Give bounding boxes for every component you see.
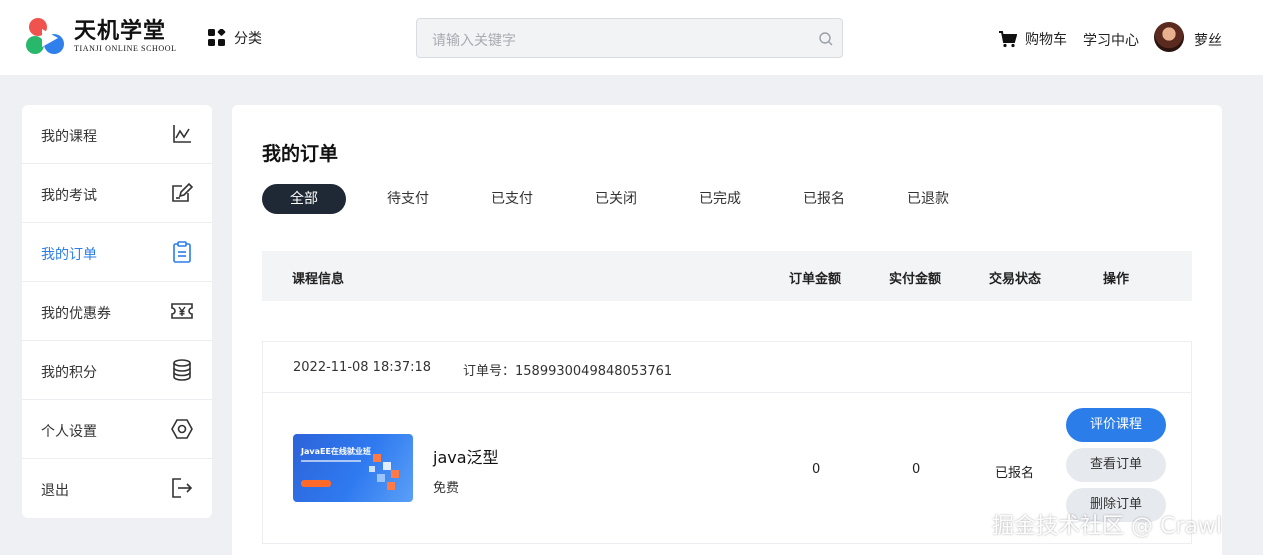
- sidebar-item-label: 个人设置: [41, 424, 97, 440]
- cart-icon: [999, 31, 1017, 48]
- tab-enrolled[interactable]: 已报名: [803, 184, 845, 214]
- avatar[interactable]: [1154, 22, 1184, 52]
- sidebar-item-settings[interactable]: 个人设置: [22, 400, 212, 459]
- grid-icon: [208, 29, 226, 46]
- username[interactable]: 萝丝: [1194, 30, 1222, 50]
- order-status: 已报名: [995, 466, 1035, 481]
- tab-all[interactable]: 全部: [262, 184, 346, 214]
- tab-refunded[interactable]: 已退款: [907, 184, 949, 214]
- sidebar-item-label: 我的课程: [41, 129, 97, 145]
- watermark: 掘金技术社区 @ Crawl: [992, 514, 1222, 539]
- review-course-button[interactable]: 评价课程: [1066, 408, 1166, 442]
- logo-subtitle: TIANJI ONLINE SCHOOL: [74, 44, 177, 53]
- chart-icon: [173, 125, 191, 143]
- sidebar-item-label: 我的考试: [41, 188, 97, 204]
- logout-icon: [172, 478, 193, 498]
- top-header: 天机学堂 TIANJI ONLINE SCHOOL 分类 请输入关键字 购物车 …: [0, 0, 1263, 75]
- view-order-button[interactable]: 查看订单: [1066, 448, 1166, 482]
- sidebar-item-courses[interactable]: 我的课程: [22, 105, 212, 164]
- sidebar-item-points[interactable]: 我的积分: [22, 341, 212, 400]
- paid-amount: 0: [912, 462, 921, 477]
- sidebar-item-label: 退出: [41, 483, 69, 499]
- orders-panel: 我的订单 全部 待支付 已支付 已关闭 已完成 已报名 已退款 课程信息 订单金…: [232, 105, 1222, 555]
- search-icon[interactable]: [818, 31, 834, 47]
- column-status: 交易状态: [989, 272, 1042, 287]
- tab-closed[interactable]: 已关闭: [595, 184, 637, 214]
- thumbnail-title: JavaEE在线就业班: [301, 447, 371, 456]
- order-number: 订单号：1589930049848053761: [463, 360, 672, 379]
- order-number-value: 1589930049848053761: [515, 364, 673, 379]
- sidebar-item-label: 我的优惠券: [41, 306, 111, 322]
- learning-center-link[interactable]: 学习中心: [1083, 30, 1139, 50]
- sidebar-item-orders[interactable]: 我的订单: [22, 223, 212, 282]
- logo-title: 天机学堂: [74, 18, 167, 44]
- category-menu[interactable]: 分类: [208, 28, 262, 48]
- search-placeholder: 请输入关键字: [432, 33, 516, 49]
- tab-paid[interactable]: 已支付: [491, 184, 533, 214]
- sidebar: 我的课程 我的考试 我的订单 我的优惠券 我的积分 个人设置 退出: [22, 105, 212, 518]
- sidebar-item-label: 我的积分: [41, 365, 97, 381]
- sidebar-item-logout[interactable]: 退出: [22, 459, 212, 518]
- course-name[interactable]: java泛型: [433, 444, 499, 468]
- logo[interactable]: 天机学堂 TIANJI ONLINE SCHOOL: [24, 14, 180, 58]
- logo-icon: [26, 18, 64, 54]
- course-thumbnail[interactable]: JavaEE在线就业班: [293, 434, 413, 502]
- database-icon: [173, 359, 191, 381]
- order-tabs: 全部 待支付 已支付 已关闭 已完成 已报名 已退款: [262, 184, 1062, 214]
- sidebar-item-coupons[interactable]: 我的优惠券: [22, 282, 212, 341]
- cart-label: 购物车: [1025, 32, 1067, 48]
- order-header: 2022-11-08 18:37:18 订单号：1589930049848053…: [263, 342, 1191, 393]
- tab-pending-payment[interactable]: 待支付: [387, 184, 429, 214]
- coupon-icon: [171, 303, 193, 319]
- hexagon-settings-icon: [171, 419, 193, 439]
- column-paid-amount: 实付金额: [889, 272, 942, 287]
- sidebar-item-label: 我的订单: [41, 247, 97, 263]
- column-course-info: 课程信息: [292, 272, 345, 287]
- cart-link[interactable]: 购物车: [998, 29, 1067, 49]
- clipboard-icon: [173, 241, 191, 263]
- order-amount: 0: [812, 462, 821, 477]
- thumbnail-badge: [301, 480, 331, 487]
- page-title: 我的订单: [262, 143, 339, 165]
- table-header: 课程信息 订单金额 实付金额 交易状态 操作: [262, 251, 1192, 301]
- sidebar-item-exams[interactable]: 我的考试: [22, 164, 212, 223]
- edit-icon: [172, 182, 194, 202]
- category-label: 分类: [234, 31, 262, 47]
- search-input[interactable]: 请输入关键字: [416, 18, 843, 58]
- order-time: 2022-11-08 18:37:18: [293, 360, 432, 375]
- thumbnail-subtitle-line: [301, 460, 361, 462]
- cube-stack-illustration: [369, 454, 399, 490]
- order-number-label: 订单号：: [463, 364, 516, 379]
- column-actions: 操作: [1103, 272, 1130, 287]
- column-order-amount: 订单金额: [789, 272, 842, 287]
- course-price-tag: 免费: [433, 481, 460, 496]
- tab-completed[interactable]: 已完成: [699, 184, 741, 214]
